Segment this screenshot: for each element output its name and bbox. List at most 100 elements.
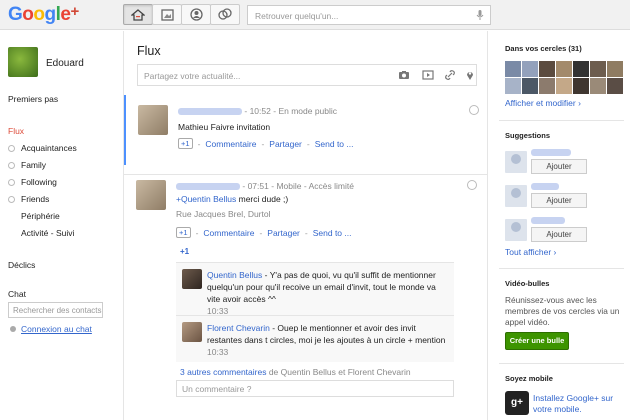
- plus-one-button[interactable]: +1: [176, 227, 191, 238]
- member-thumbnail[interactable]: [607, 78, 623, 94]
- hangouts-description: Réunissez-vous avec les membres de vos c…: [505, 295, 620, 327]
- post-card: - 10:52 - En mode public Mathieu Faivre …: [124, 95, 487, 165]
- post-text: Mathieu Faivre invitation: [178, 122, 271, 132]
- comment-author[interactable]: Florent Chevarin: [207, 323, 270, 333]
- chat-connect[interactable]: Connexion au chat: [10, 324, 92, 334]
- post-author-avatar[interactable]: [136, 180, 166, 210]
- member-thumbnail[interactable]: [573, 61, 589, 77]
- photos-icon: [160, 8, 174, 21]
- post-location[interactable]: Rue Jacques Brel, Durtol: [176, 209, 271, 219]
- user-avatar[interactable]: [8, 47, 38, 77]
- member-thumbnail[interactable]: [539, 78, 555, 94]
- circle-item-family[interactable]: Family: [8, 160, 46, 170]
- suggestion-avatar[interactable]: [505, 219, 527, 241]
- member-thumbnail[interactable]: [607, 61, 623, 77]
- comment-item: Florent Chevarin - Ouep le mentionner et…: [176, 315, 454, 362]
- stream-link[interactable]: Flux: [8, 126, 24, 136]
- add-button[interactable]: Ajouter: [531, 227, 587, 242]
- first-steps-link[interactable]: Premiers pas: [8, 94, 58, 104]
- circle-ring-icon: [8, 195, 15, 203]
- link-icon[interactable]: [444, 69, 456, 81]
- member-thumbnail[interactable]: [505, 61, 521, 77]
- search-input[interactable]: Retrouver quelqu'un...: [247, 5, 491, 25]
- suggestion-avatar[interactable]: [505, 185, 527, 207]
- author-name-blurred[interactable]: [178, 108, 242, 116]
- comment-input[interactable]: Un commentaire ?: [176, 380, 454, 397]
- circle-item-following[interactable]: Following: [8, 177, 57, 187]
- circles-icon: [218, 8, 232, 20]
- share-box[interactable]: Partagez votre actualité...: [137, 64, 477, 86]
- comment-text: Florent Chevarin - Ouep le mentionner et…: [207, 322, 447, 358]
- post-time[interactable]: 07:51: [248, 181, 269, 191]
- photos-nav-button[interactable]: [152, 4, 182, 25]
- post-menu-chevron-icon[interactable]: [467, 180, 477, 190]
- share-link[interactable]: Partager: [269, 139, 302, 149]
- post-time[interactable]: 10:52: [250, 106, 271, 116]
- chat-search-input[interactable]: Rechercher des contacts: [8, 302, 103, 318]
- plus-one-count[interactable]: +1: [180, 247, 189, 256]
- post-visibility[interactable]: En mode public: [278, 106, 337, 116]
- share-link[interactable]: Partager: [267, 228, 300, 238]
- sparks-link[interactable]: Déclics: [8, 260, 35, 270]
- suggestion-name-blurred[interactable]: [531, 217, 565, 224]
- camera-icon[interactable]: [398, 69, 410, 81]
- post-actions: +1 - Commentaire - Partager - Send to ...: [176, 227, 351, 238]
- post-visibility[interactable]: Accès limité: [309, 181, 354, 191]
- member-thumbnail[interactable]: [505, 78, 521, 94]
- location-icon[interactable]: [464, 69, 476, 81]
- circles-nav-button[interactable]: [210, 4, 240, 25]
- send-to-link[interactable]: Send to ...: [313, 228, 352, 238]
- video-icon[interactable]: [422, 69, 434, 81]
- home-nav-button[interactable]: [123, 4, 153, 25]
- status-dot-icon: [10, 326, 16, 332]
- google-plus-app-icon[interactable]: g+: [505, 391, 529, 415]
- circles-heading: Dans vos cercles (31): [505, 44, 582, 53]
- profile-nav-button[interactable]: [181, 4, 211, 25]
- user-name[interactable]: Edouard: [46, 58, 84, 69]
- top-bar: Google+ Retrouver quelqu'un...: [0, 0, 630, 30]
- comment-avatar[interactable]: [182, 322, 202, 342]
- comment-author[interactable]: Quentin Bellus: [207, 270, 262, 280]
- send-to-link[interactable]: Send to ...: [315, 139, 354, 149]
- member-thumbnail[interactable]: [556, 78, 572, 94]
- comment-link[interactable]: Commentaire: [203, 228, 254, 238]
- circle-item-friends[interactable]: Friends: [8, 194, 49, 204]
- suggestion-avatar[interactable]: [505, 151, 527, 173]
- member-thumbnail[interactable]: [556, 61, 572, 77]
- chat-connect-link[interactable]: Connexion au chat: [21, 324, 92, 334]
- install-mobile-link[interactable]: Installez Google+ sur votre mobile.: [533, 393, 625, 415]
- member-thumbnail[interactable]: [539, 61, 555, 77]
- member-thumbnail[interactable]: [522, 61, 538, 77]
- circle-item-label: Family: [21, 160, 47, 170]
- post-author-avatar[interactable]: [138, 105, 168, 135]
- circle-members-grid: [505, 61, 624, 94]
- post-body: merci dude ;): [238, 194, 289, 204]
- show-all-link[interactable]: Tout afficher ›: [505, 247, 556, 257]
- google-plus-logo[interactable]: Google+: [8, 3, 79, 26]
- periphery-link[interactable]: Périphérie: [21, 211, 60, 221]
- author-name-blurred[interactable]: [176, 183, 240, 191]
- circle-item-acquaintances[interactable]: Acquaintances: [8, 143, 77, 153]
- add-button[interactable]: Ajouter: [531, 159, 587, 174]
- mention-link[interactable]: +Quentin Bellus: [176, 194, 236, 204]
- comment-link[interactable]: Commentaire: [205, 139, 256, 149]
- plus-one-button[interactable]: +1: [178, 138, 193, 149]
- post-card: - 07:51 - Mobile - Accès limité +Quentin…: [124, 174, 487, 418]
- add-button[interactable]: Ajouter: [531, 193, 587, 208]
- more-comments-link[interactable]: 3 autres commentaires: [180, 367, 266, 377]
- view-edit-circles-link[interactable]: Afficher et modifier ›: [505, 98, 581, 108]
- member-thumbnail[interactable]: [573, 78, 589, 94]
- member-thumbnail[interactable]: [590, 78, 606, 94]
- post-menu-chevron-icon[interactable]: [469, 105, 479, 115]
- post-actions: +1 - Commentaire - Partager - Send to ...: [178, 138, 353, 149]
- comment-avatar[interactable]: [182, 269, 202, 289]
- suggestion-name-blurred[interactable]: [531, 183, 559, 190]
- start-hangout-button[interactable]: Créer une bulle: [505, 332, 569, 350]
- suggestion-name-blurred[interactable]: [531, 149, 571, 156]
- chat-heading: Chat: [8, 289, 26, 299]
- microphone-icon[interactable]: [476, 9, 484, 21]
- activity-link[interactable]: Activité - Suivi: [21, 228, 74, 238]
- section-divider: [499, 268, 624, 269]
- member-thumbnail[interactable]: [522, 78, 538, 94]
- member-thumbnail[interactable]: [590, 61, 606, 77]
